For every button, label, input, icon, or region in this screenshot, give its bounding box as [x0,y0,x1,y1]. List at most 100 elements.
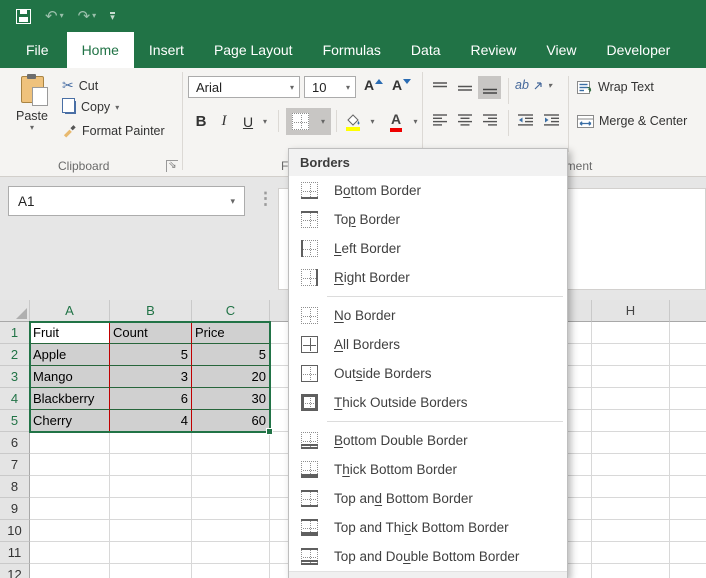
fill-color-button[interactable] [341,108,365,135]
cell-A4[interactable]: Blackberry [30,388,110,410]
cell-B2[interactable]: 5 [110,344,192,366]
menu-item-bottom[interactable]: Bottom Border [289,176,567,205]
cell-B11[interactable] [110,542,192,564]
font-name-combobox[interactable]: Arial ▾ [188,76,300,98]
cell-H1[interactable] [592,322,670,344]
merge-center-button[interactable]: Merge & Center [577,114,687,128]
row-header-1[interactable]: 1 [0,322,30,344]
menu-item-bottom-double[interactable]: Bottom Double Border [289,426,567,455]
font-name-dropdown-icon[interactable]: ▾ [290,83,299,92]
bottom-align-button[interactable] [478,76,501,99]
top-align-button[interactable] [428,76,451,99]
row-header-6[interactable]: 6 [0,432,30,454]
menu-item-thick-outside[interactable]: Thick Outside Borders [289,388,567,417]
cell-I1[interactable] [670,322,706,344]
cell-H4[interactable] [592,388,670,410]
cell-A7[interactable] [30,454,110,476]
cell-C7[interactable] [192,454,270,476]
undo-button[interactable]: ↶ ▾ [45,9,64,24]
column-header-C[interactable]: C [192,300,270,322]
row-header-8[interactable]: 8 [0,476,30,498]
cell-I6[interactable] [670,432,706,454]
cell-I9[interactable] [670,498,706,520]
cell-C8[interactable] [192,476,270,498]
italic-button[interactable]: I [214,108,234,135]
cell-B3[interactable]: 3 [110,366,192,388]
cell-B10[interactable] [110,520,192,542]
align-right-button[interactable] [478,108,501,131]
tab-insert[interactable]: Insert [134,32,199,68]
cell-H10[interactable] [592,520,670,542]
cell-I4[interactable] [670,388,706,410]
menu-item-thick-bottom[interactable]: Thick Bottom Border [289,455,567,484]
cell-A9[interactable] [30,498,110,520]
cell-H11[interactable] [592,542,670,564]
row-header-4[interactable]: 4 [0,388,30,410]
tab-home[interactable]: Home [67,32,134,68]
select-all-button[interactable] [0,300,30,322]
cell-H3[interactable] [592,366,670,388]
tab-view[interactable]: View [531,32,591,68]
row-header-12[interactable]: 12 [0,564,30,578]
underline-dropdown[interactable]: ▾ [258,108,272,135]
menu-item-none[interactable]: No Border [289,301,567,330]
row-header-2[interactable]: 2 [0,344,30,366]
paste-dropdown-icon[interactable]: ▾ [30,123,34,132]
cell-H8[interactable] [592,476,670,498]
row-header-3[interactable]: 3 [0,366,30,388]
orientation-button[interactable]: ab ▾ [515,78,552,92]
menu-item-left[interactable]: Left Border [289,234,567,263]
cell-B4[interactable]: 6 [110,388,192,410]
cell-C2[interactable]: 5 [192,344,270,366]
cell-C5[interactable]: 60 [192,410,270,432]
cell-I8[interactable] [670,476,706,498]
copy-dropdown-icon[interactable]: ▾ [115,103,119,112]
menu-item-top-thick-bottom[interactable]: Top and Thick Bottom Border [289,513,567,542]
clipboard-dialog-launcher[interactable]: ⇘ [166,160,178,172]
row-header-10[interactable]: 10 [0,520,30,542]
formula-bar-grip-icon[interactable]: ⋮ [257,189,272,209]
tab-review[interactable]: Review [456,32,532,68]
middle-align-button[interactable] [453,76,476,99]
row-header-11[interactable]: 11 [0,542,30,564]
cell-C9[interactable] [192,498,270,520]
column-header-H[interactable]: H [592,300,670,322]
cell-B6[interactable] [110,432,192,454]
align-center-button[interactable] [453,108,476,131]
cell-A3[interactable]: Mango [30,366,110,388]
fill-handle[interactable] [266,428,273,435]
menu-item-outside[interactable]: Outside Borders [289,359,567,388]
cell-I3[interactable] [670,366,706,388]
customize-quick-access-icon[interactable]: ▾ [110,12,115,21]
cell-I2[interactable] [670,344,706,366]
cell-C4[interactable]: 30 [192,388,270,410]
cell-A5[interactable]: Cherry [30,410,110,432]
cell-H7[interactable] [592,454,670,476]
font-size-dropdown-icon[interactable]: ▾ [346,83,355,92]
decrease-font-size-button[interactable]: A [392,77,411,93]
cell-B8[interactable] [110,476,192,498]
menu-item-top-bottom[interactable]: Top and Bottom Border [289,484,567,513]
cell-I12[interactable] [670,564,706,578]
fill-color-dropdown[interactable]: ▾ [366,108,379,135]
underline-button[interactable]: U [238,108,258,135]
cell-C1[interactable]: Price [192,322,270,344]
menu-item-top[interactable]: Top Border [289,205,567,234]
cell-C10[interactable] [192,520,270,542]
cell-C6[interactable] [192,432,270,454]
cell-I5[interactable] [670,410,706,432]
format-painter-button[interactable]: Format Painter [62,123,165,138]
cell-B7[interactable] [110,454,192,476]
cell-C11[interactable] [192,542,270,564]
menu-item-all[interactable]: All Borders [289,330,567,359]
name-box-dropdown-icon[interactable]: ▾ [230,196,244,207]
tab-file[interactable]: File [8,32,67,68]
cell-B1[interactable]: Count [110,322,192,344]
cell-I10[interactable] [670,520,706,542]
borders-button[interactable] [286,108,315,135]
cell-C12[interactable] [192,564,270,578]
cell-C3[interactable]: 20 [192,366,270,388]
bold-button[interactable]: B [190,108,212,135]
row-header-9[interactable]: 9 [0,498,30,520]
font-size-combobox[interactable]: 10 ▾ [304,76,356,98]
